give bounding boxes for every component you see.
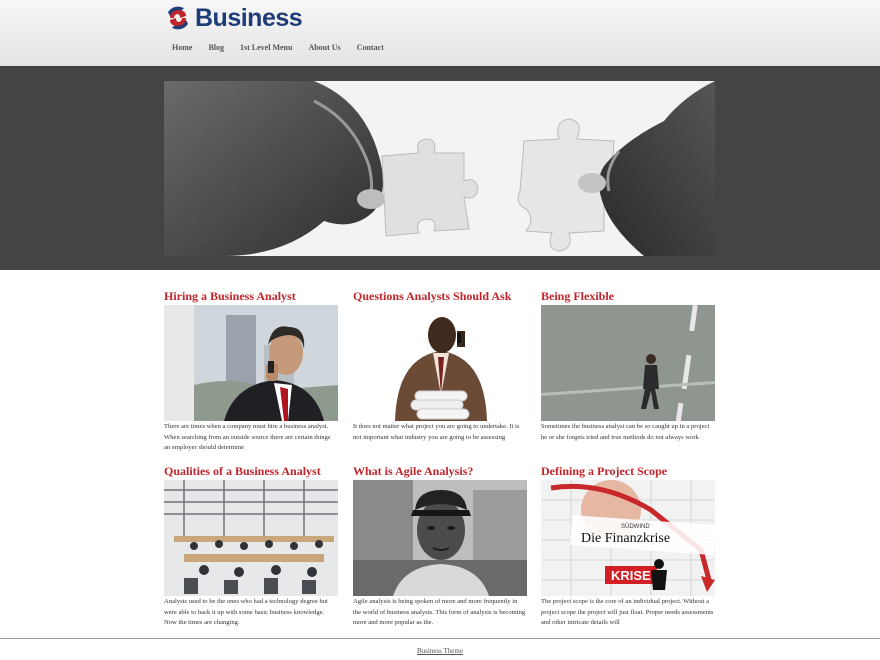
article-title[interactable]: Defining a Project Scope <box>541 463 715 479</box>
article-image[interactable] <box>164 305 338 421</box>
image-stamp: KRISE <box>611 568 651 583</box>
nav-home[interactable]: Home <box>164 40 200 56</box>
nav-blog[interactable]: Blog <box>200 40 232 56</box>
image-caption-small: SÜDWIND <box>621 523 650 530</box>
article-image[interactable] <box>541 305 715 421</box>
site-header: Business Home Blog 1st Level Menu About … <box>0 0 880 67</box>
main-nav: Home Blog 1st Level Menu About Us Contac… <box>164 40 392 56</box>
article-image[interactable] <box>164 480 338 596</box>
site-logo[interactable]: Business <box>164 4 303 32</box>
article-card: Being Flexible Sometimes the business an… <box>541 288 715 443</box>
logo-mark-icon <box>168 6 188 30</box>
article-image[interactable] <box>353 305 527 421</box>
article-card: What is Agile Analysis? Agile analysis i… <box>353 463 527 629</box>
article-card: Defining a Project Scope SÜDWIND Die Fin… <box>541 463 715 629</box>
article-excerpt: Sometimes the business analyst can be so… <box>541 423 710 441</box>
article-image[interactable] <box>353 480 527 596</box>
nav-about-us[interactable]: About Us <box>300 40 348 56</box>
article-excerpt: There are times when a company must hire… <box>164 423 331 451</box>
article-card: Qualities of a Business Analyst Analysts… <box>164 463 338 629</box>
image-caption-large: Die Finanzkrise <box>581 531 670 546</box>
hero-banner <box>0 66 880 270</box>
footer-theme-link[interactable]: Business Theme <box>0 647 880 655</box>
article-title[interactable]: Being Flexible <box>541 288 715 304</box>
logo-text: Business <box>195 4 303 32</box>
hero-image-puzzle <box>164 81 715 256</box>
article-title[interactable]: Qualities of a Business Analyst <box>164 463 338 479</box>
article-card: Hiring a Business Analyst There are time… <box>164 288 338 454</box>
article-title[interactable]: Hiring a Business Analyst <box>164 288 338 304</box>
article-image[interactable]: SÜDWIND Die Finanzkrise KRISE <box>541 480 715 596</box>
article-excerpt: It does not matter what project you are … <box>353 423 520 441</box>
nav-contact[interactable]: Contact <box>349 40 392 56</box>
article-excerpt: The project scope is the core of an indi… <box>541 598 714 626</box>
article-card: Questions Analysts Should Ask It does no… <box>353 288 527 443</box>
footer-divider <box>0 638 880 639</box>
article-title[interactable]: Questions Analysts Should Ask <box>353 288 527 304</box>
article-title[interactable]: What is Agile Analysis? <box>353 463 527 479</box>
article-excerpt: Analysts used to be the ones who had a t… <box>164 598 328 626</box>
article-excerpt: Agile analysis is being spoken of more a… <box>353 598 526 626</box>
nav-1st-level-menu[interactable]: 1st Level Menu <box>232 40 300 56</box>
